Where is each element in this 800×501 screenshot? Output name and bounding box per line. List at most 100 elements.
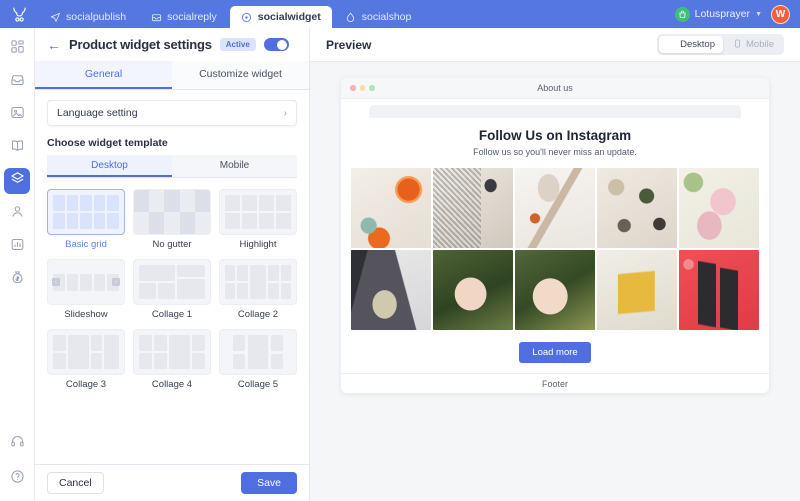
template-thumb-collage-4 bbox=[133, 329, 211, 375]
choose-template-label: Choose widget template bbox=[47, 137, 168, 149]
template-option-no-gutter[interactable]: No gutter bbox=[133, 189, 211, 250]
sidebar-item-dashboard[interactable] bbox=[4, 36, 30, 62]
bar-chart-icon bbox=[10, 237, 25, 257]
tab-general-label: General bbox=[84, 68, 123, 80]
headset-support-icon bbox=[10, 434, 25, 454]
photo-tile[interactable] bbox=[432, 249, 514, 331]
panel-footer: Cancel Save bbox=[35, 464, 309, 501]
template-label-collage-4: Collage 4 bbox=[151, 379, 193, 390]
photo-tile[interactable] bbox=[596, 249, 678, 331]
template-thumb-collage-2 bbox=[219, 259, 297, 305]
sidebar-item-inbox[interactable] bbox=[4, 69, 30, 95]
photo-tile[interactable] bbox=[351, 249, 432, 331]
photo-tile[interactable] bbox=[678, 249, 759, 331]
template-option-basic-grid[interactable]: Basic grid bbox=[47, 189, 125, 250]
template-thumb-highlight bbox=[219, 189, 297, 235]
arrow-left-icon[interactable]: ← bbox=[47, 38, 61, 52]
user-icon bbox=[10, 204, 25, 224]
sidebar-item-support[interactable] bbox=[4, 431, 30, 457]
language-setting-label: Language setting bbox=[57, 107, 138, 119]
sidebar-item-help[interactable] bbox=[4, 466, 30, 492]
language-setting-row[interactable]: Language setting › bbox=[47, 100, 297, 126]
widget-subheading: Follow us so you'll never miss an update… bbox=[473, 147, 637, 157]
template-option-collage-4[interactable]: Collage 4 bbox=[133, 329, 211, 390]
photo-tile[interactable] bbox=[678, 168, 759, 249]
tab-socialpublish-label: socialpublish bbox=[66, 11, 127, 23]
template-option-slideshow[interactable]: ‹ › Slideshow bbox=[47, 259, 125, 320]
panel-tabs: General Customize widget bbox=[35, 61, 309, 90]
book-icon bbox=[10, 138, 25, 158]
sidebar-item-analytics[interactable] bbox=[4, 234, 30, 260]
cancel-button[interactable]: Cancel bbox=[47, 472, 104, 494]
preview-mobile-button[interactable]: Mobile bbox=[725, 36, 782, 53]
chevron-right-icon: › bbox=[283, 107, 287, 119]
left-icon-rail bbox=[0, 28, 35, 501]
tab-socialreply[interactable]: socialreply bbox=[139, 6, 228, 28]
antler-logo-icon[interactable] bbox=[0, 0, 38, 28]
template-label-slideshow: Slideshow bbox=[64, 309, 108, 320]
app-root: socialpublish socialreply socialwidget s… bbox=[0, 0, 800, 501]
tab-customize-widget-label: Customize widget bbox=[199, 68, 282, 80]
tab-customize-widget[interactable]: Customize widget bbox=[172, 61, 309, 89]
template-option-collage-3[interactable]: Collage 3 bbox=[47, 329, 125, 390]
tab-general[interactable]: General bbox=[35, 61, 172, 89]
slideshow-next-arrow-icon: › bbox=[112, 278, 120, 286]
sidebar-item-audience[interactable] bbox=[4, 201, 30, 227]
topbar-right-cluster: Lotusprayer ▼ W bbox=[674, 0, 800, 28]
template-thumb-basic-grid bbox=[47, 189, 125, 235]
widget-heading: Follow Us on Instagram bbox=[478, 128, 632, 143]
sidebar-item-widgets[interactable] bbox=[4, 168, 30, 194]
save-button[interactable]: Save bbox=[241, 472, 297, 494]
tab-socialshop-label: socialshop bbox=[361, 11, 412, 23]
preview-device-switch: Desktop Mobile bbox=[657, 34, 784, 55]
template-option-highlight[interactable]: Highlight bbox=[219, 189, 297, 250]
segment-desktop[interactable]: Desktop bbox=[47, 155, 172, 177]
target-circle-icon bbox=[241, 11, 253, 23]
sidebar-item-billing[interactable] bbox=[4, 267, 30, 293]
chevron-down-icon: ▼ bbox=[755, 10, 762, 18]
template-thumb-collage-3 bbox=[47, 329, 125, 375]
photo-tile[interactable] bbox=[514, 249, 596, 331]
template-thumb-collage-5 bbox=[219, 329, 297, 375]
sidebar-item-library[interactable] bbox=[4, 135, 30, 161]
photo-tile[interactable] bbox=[514, 168, 596, 249]
paper-plane-icon bbox=[49, 11, 61, 23]
product-tabs: socialpublish socialreply socialwidget s… bbox=[38, 0, 424, 28]
tab-socialpublish[interactable]: socialpublish bbox=[38, 6, 137, 28]
template-label-basic-grid: Basic grid bbox=[65, 239, 107, 250]
account-name: Lotusprayer bbox=[694, 8, 751, 20]
preview-browser-frame: About us Follow Us on Instagram Follow u… bbox=[341, 78, 769, 394]
monitor-icon bbox=[667, 39, 676, 51]
account-switcher[interactable]: Lotusprayer ▼ bbox=[674, 6, 762, 22]
photo-tile[interactable] bbox=[432, 168, 514, 249]
segment-mobile[interactable]: Mobile bbox=[172, 155, 297, 177]
template-option-collage-1[interactable]: Collage 1 bbox=[133, 259, 211, 320]
template-device-segments: Desktop Mobile bbox=[47, 155, 297, 178]
avatar[interactable]: W bbox=[771, 4, 790, 24]
tab-socialwidget[interactable]: socialwidget bbox=[229, 6, 332, 28]
status-badge: Active bbox=[219, 38, 256, 51]
inbox-reply-icon bbox=[150, 11, 162, 23]
tab-socialshop[interactable]: socialshop bbox=[334, 6, 423, 28]
template-thumb-slideshow: ‹ › bbox=[47, 259, 125, 305]
photo-tile[interactable] bbox=[351, 168, 432, 249]
widget-active-toggle[interactable] bbox=[263, 38, 289, 51]
preview-desktop-button[interactable]: Desktop bbox=[659, 36, 723, 53]
shop-bag-icon bbox=[674, 6, 690, 22]
browser-title-bar: About us bbox=[341, 78, 769, 99]
template-option-collage-2[interactable]: Collage 2 bbox=[219, 259, 297, 320]
dashboard-grid-icon bbox=[10, 39, 25, 59]
preview-pane: Preview Desktop Mobile About us Follow U… bbox=[310, 28, 800, 501]
money-bag-icon bbox=[10, 270, 25, 290]
template-option-collage-5[interactable]: Collage 5 bbox=[219, 329, 297, 390]
preview-mobile-label: Mobile bbox=[746, 39, 774, 50]
top-navigation-bar: socialpublish socialreply socialwidget s… bbox=[0, 0, 800, 28]
preview-header: Preview Desktop Mobile bbox=[310, 28, 800, 62]
panel-header: ← Product widget settings Active bbox=[35, 28, 309, 61]
photo-tile[interactable] bbox=[596, 168, 678, 249]
widget-footer: Footer bbox=[341, 373, 769, 394]
load-more-button[interactable]: Load more bbox=[519, 342, 591, 364]
layers-icon bbox=[10, 171, 25, 191]
widget-settings-panel: ← Product widget settings Active General… bbox=[35, 28, 310, 501]
sidebar-item-media[interactable] bbox=[4, 102, 30, 128]
